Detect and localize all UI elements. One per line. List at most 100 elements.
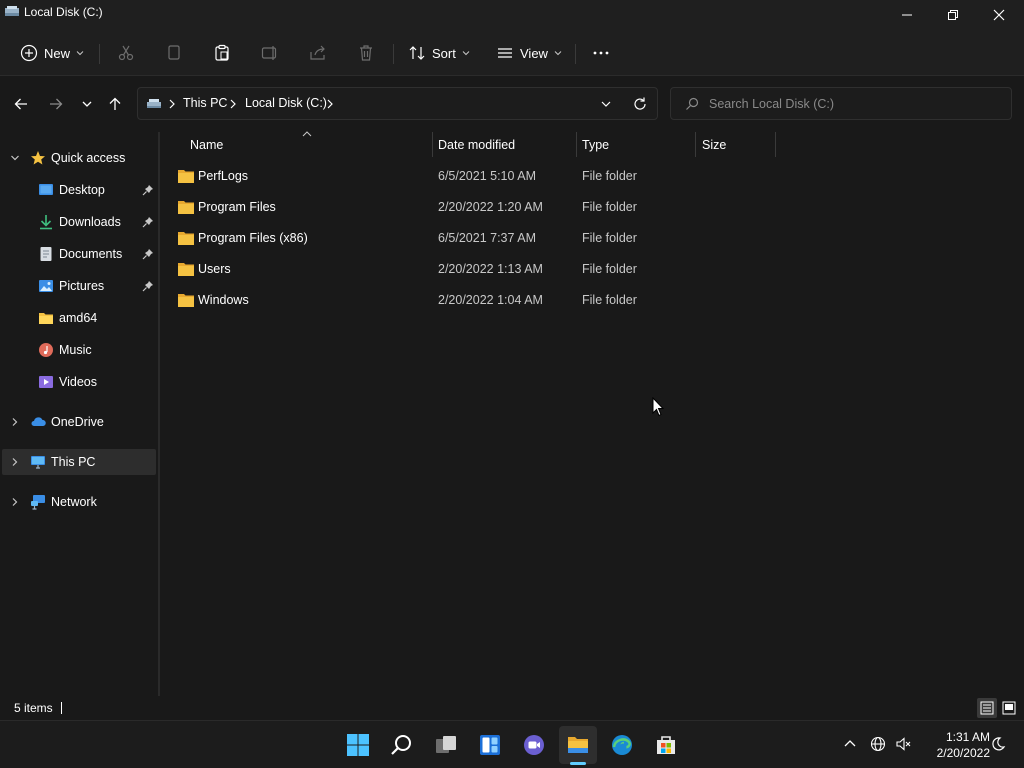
chevron-down-icon bbox=[82, 101, 92, 107]
search-box[interactable] bbox=[670, 87, 1012, 120]
refresh-icon[interactable] bbox=[632, 96, 648, 112]
volume-muted-icon[interactable] bbox=[895, 736, 911, 752]
up-button[interactable] bbox=[101, 92, 129, 116]
table-row[interactable]: PerfLogs 6/5/2021 5:10 AM File folder bbox=[174, 163, 794, 189]
folder-icon bbox=[178, 232, 194, 245]
sort-icon bbox=[409, 46, 425, 60]
sidebar-item-pictures[interactable]: Pictures bbox=[2, 273, 156, 299]
folder-icon bbox=[568, 737, 588, 753]
chevron-down-icon bbox=[462, 51, 470, 56]
system-clock[interactable]: 1:31 AM 2/20/2022 bbox=[918, 729, 990, 761]
sidebar-item-music[interactable]: Music bbox=[2, 337, 156, 363]
focus-assist-moon-icon[interactable] bbox=[990, 736, 1006, 752]
status-bar: 5 items bbox=[0, 696, 1024, 720]
sidebar-item-videos[interactable]: Videos bbox=[2, 369, 156, 395]
videos-icon bbox=[39, 376, 53, 388]
recent-locations-button[interactable] bbox=[73, 92, 101, 116]
monitor-icon bbox=[31, 456, 45, 469]
chevron-down-icon[interactable] bbox=[600, 98, 612, 110]
sidebar-item-desktop[interactable]: Desktop bbox=[2, 177, 156, 203]
arrow-up-icon bbox=[109, 97, 121, 110]
pictures-icon bbox=[39, 280, 53, 292]
store-button[interactable] bbox=[647, 726, 685, 764]
back-button[interactable] bbox=[7, 92, 35, 116]
chat-button[interactable] bbox=[515, 726, 553, 764]
pin-icon bbox=[142, 217, 153, 228]
file-date: 2/20/2022 1:13 AM bbox=[438, 262, 543, 276]
restore-button[interactable] bbox=[930, 0, 976, 30]
column-header-date-modified[interactable]: Date modified bbox=[433, 132, 575, 158]
sidebar-item-network[interactable]: Network bbox=[2, 489, 156, 515]
search-icon bbox=[686, 97, 699, 110]
sidebar-item-this-pc[interactable]: This PC bbox=[2, 449, 156, 475]
forward-button[interactable] bbox=[42, 92, 70, 116]
details-view-toggle[interactable] bbox=[977, 698, 997, 718]
table-row[interactable]: Users 2/20/2022 1:13 AM File folder bbox=[174, 256, 794, 282]
music-icon bbox=[39, 343, 53, 357]
column-header-size[interactable]: Size bbox=[696, 132, 774, 158]
chevron-down-icon[interactable] bbox=[10, 153, 20, 163]
new-button[interactable]: New bbox=[20, 38, 84, 68]
breadcrumb-local-disk[interactable]: Local Disk (C:) bbox=[245, 96, 327, 110]
view-button[interactable]: View bbox=[496, 38, 562, 68]
arrow-left-icon bbox=[14, 98, 27, 110]
table-row[interactable]: Program Files (x86) 6/5/2021 7:37 AM Fil… bbox=[174, 225, 794, 251]
sidebar-item-downloads[interactable]: Downloads bbox=[2, 209, 156, 235]
address-bar[interactable]: This PC Local Disk (C:) bbox=[137, 87, 658, 120]
chevron-right-icon[interactable] bbox=[10, 417, 20, 427]
search-icon bbox=[391, 735, 411, 755]
chevron-right-icon[interactable] bbox=[10, 457, 20, 467]
file-explorer-taskbar-button[interactable] bbox=[559, 726, 597, 764]
more-options-button[interactable] bbox=[592, 38, 610, 68]
sidebar-item-label: Desktop bbox=[59, 183, 105, 197]
breadcrumb-this-pc[interactable]: This PC bbox=[183, 96, 227, 110]
delete-button[interactable] bbox=[357, 38, 375, 68]
sidebar-item-onedrive[interactable]: OneDrive bbox=[2, 409, 156, 435]
sidebar-item-amd64[interactable]: amd64 bbox=[2, 305, 156, 331]
star-icon bbox=[31, 151, 45, 165]
chevron-right-icon[interactable] bbox=[10, 497, 20, 507]
minimize-button[interactable] bbox=[884, 0, 930, 30]
toolbar-divider bbox=[393, 44, 394, 64]
sidebar-item-label: Music bbox=[59, 343, 92, 357]
sidebar-item-documents[interactable]: Documents bbox=[2, 241, 156, 267]
teams-chat-icon bbox=[524, 735, 544, 755]
start-button[interactable] bbox=[339, 726, 377, 764]
column-header-name[interactable]: Name bbox=[182, 132, 430, 158]
file-name: Program Files (x86) bbox=[198, 231, 308, 245]
network-icon bbox=[31, 495, 45, 510]
globe-network-icon[interactable] bbox=[870, 736, 886, 752]
chevron-down-icon bbox=[554, 51, 562, 56]
large-icons-view-toggle[interactable] bbox=[999, 698, 1019, 718]
close-button[interactable] bbox=[976, 0, 1022, 30]
rename-button[interactable] bbox=[261, 38, 279, 68]
chevron-up-icon[interactable] bbox=[842, 736, 858, 752]
column-divider[interactable] bbox=[775, 132, 776, 157]
cut-button[interactable] bbox=[117, 38, 135, 68]
search-input[interactable] bbox=[709, 94, 999, 114]
folder-icon bbox=[178, 263, 194, 276]
view-list-icon bbox=[498, 48, 512, 58]
share-button[interactable] bbox=[309, 38, 327, 68]
copy-button[interactable] bbox=[165, 38, 183, 68]
sidebar-item-quick-access[interactable]: Quick access bbox=[2, 145, 156, 171]
file-date: 6/5/2021 5:10 AM bbox=[438, 169, 536, 183]
file-type: File folder bbox=[582, 231, 637, 245]
widgets-button[interactable] bbox=[471, 726, 509, 764]
edge-button[interactable] bbox=[603, 726, 641, 764]
file-name: Program Files bbox=[198, 200, 276, 214]
table-row[interactable]: Windows 2/20/2022 1:04 AM File folder bbox=[174, 287, 794, 313]
task-view-button[interactable] bbox=[427, 726, 465, 764]
paste-button[interactable] bbox=[213, 38, 231, 68]
trash-icon bbox=[360, 45, 372, 61]
file-name: PerfLogs bbox=[198, 169, 249, 183]
sort-label: Sort bbox=[432, 45, 456, 61]
table-row[interactable]: Program Files 2/20/2022 1:20 AM File fol… bbox=[174, 194, 794, 220]
more-icon bbox=[593, 51, 609, 55]
column-header-type[interactable]: Type bbox=[577, 132, 694, 158]
search-taskbar-button[interactable] bbox=[383, 726, 421, 764]
desktop-icon bbox=[39, 184, 53, 195]
command-bar: New Sort View bbox=[0, 30, 1024, 76]
sort-button[interactable]: Sort bbox=[408, 38, 470, 68]
navigation-pane: Quick access Desktop Downloads Documents… bbox=[0, 132, 158, 696]
